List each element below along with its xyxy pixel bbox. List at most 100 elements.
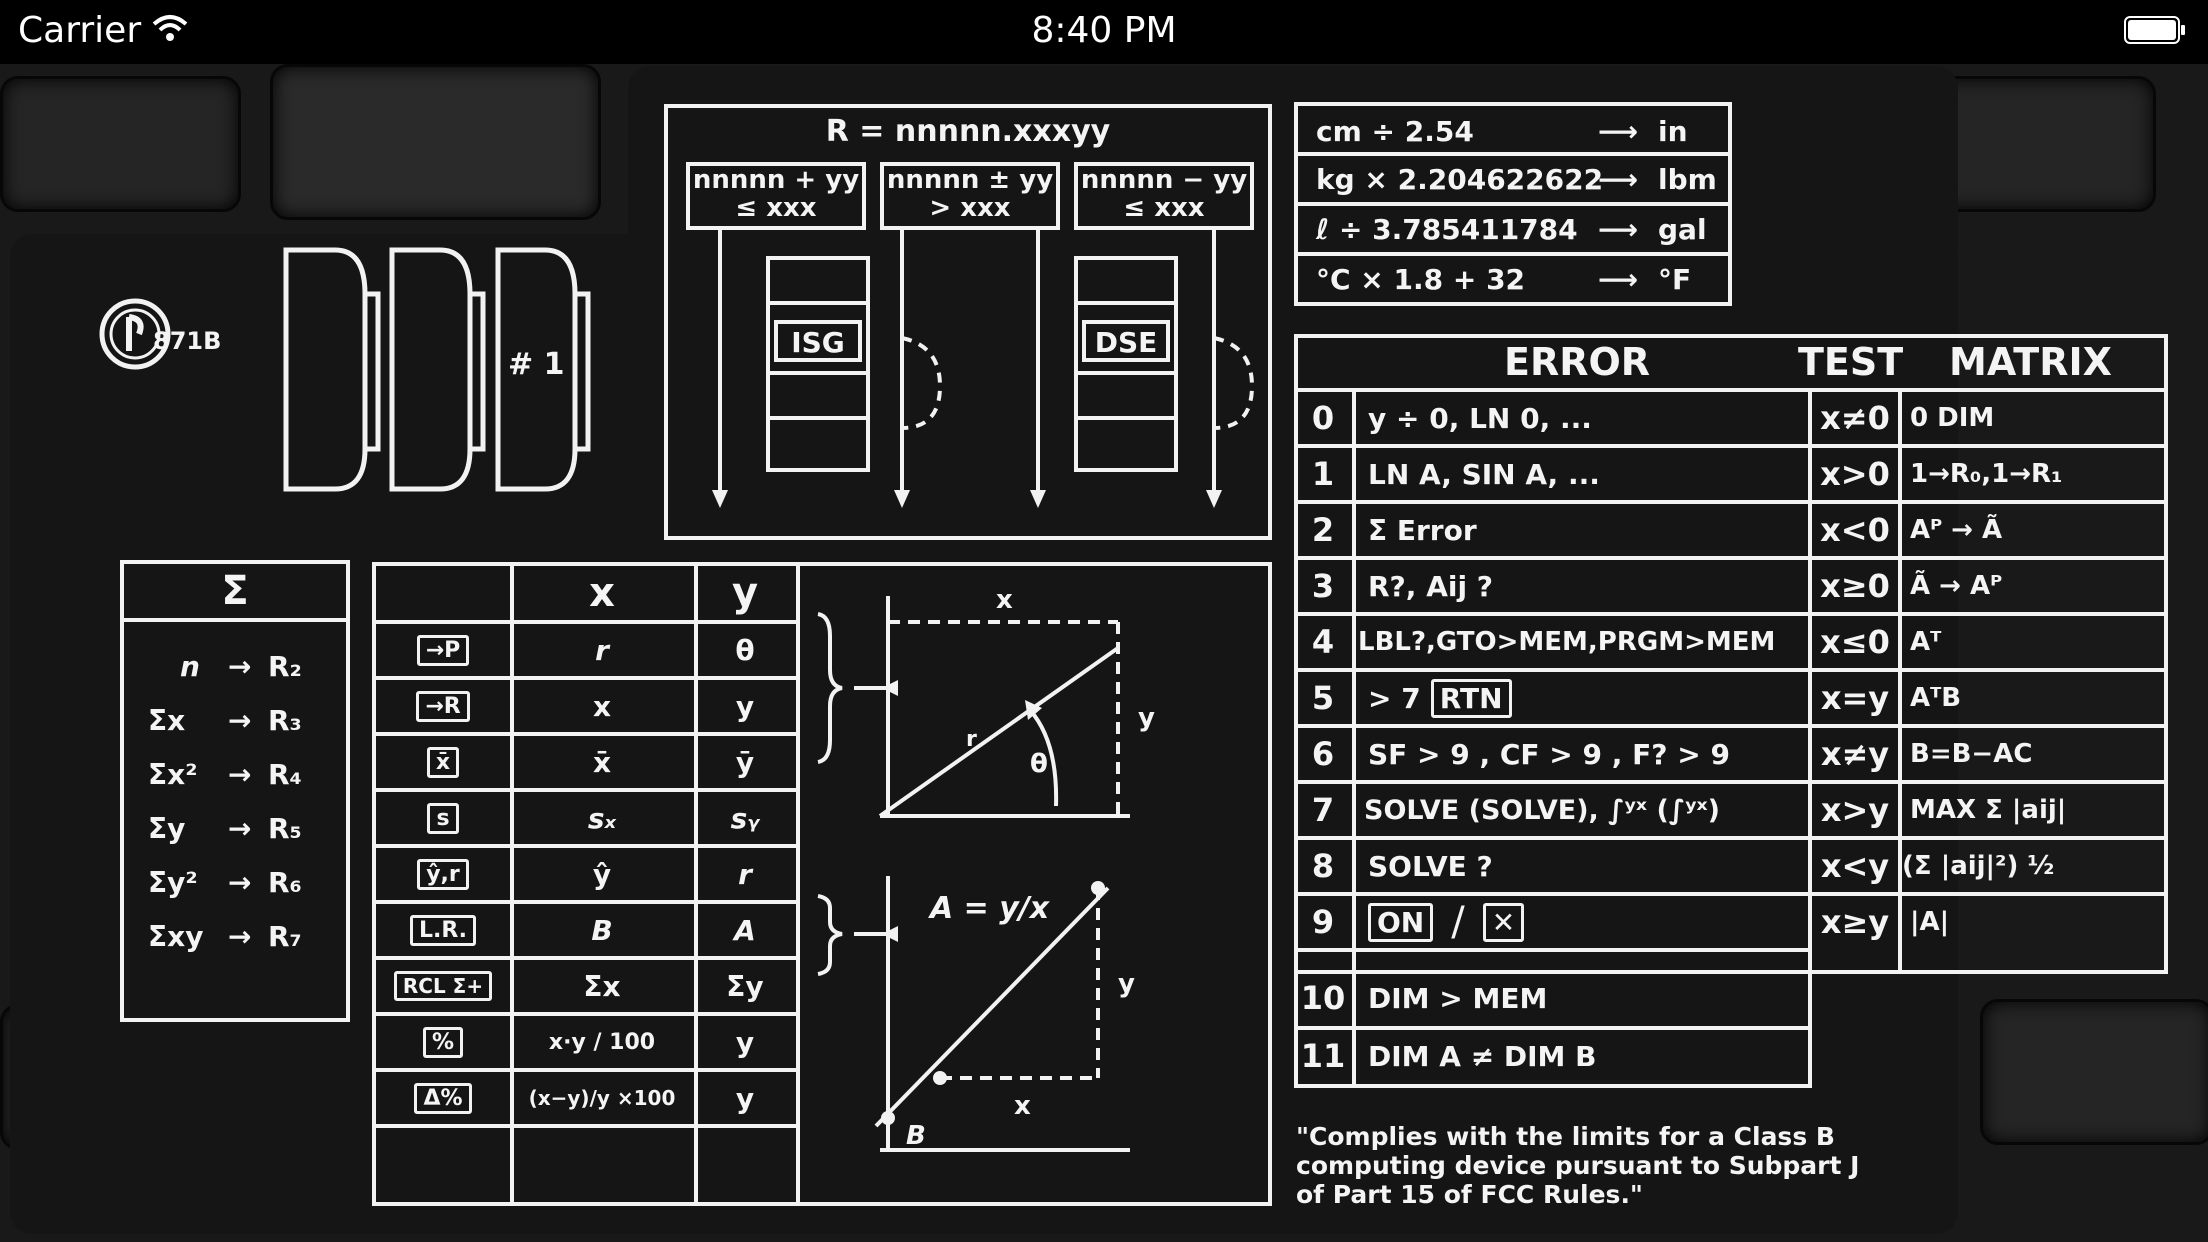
isg-range-top: nnnnn + yy — [692, 165, 860, 195]
divider — [124, 618, 346, 622]
error-code: 11 — [1300, 1037, 1346, 1075]
mean-key: x̄ — [426, 746, 460, 778]
key-cell: L.R. — [376, 904, 510, 956]
stat-x: B — [591, 913, 613, 947]
conversion-expr: kg × 2.204622622 — [1316, 162, 1604, 196]
error-desc: y ÷ 0, LN 0, ... — [1368, 401, 1592, 435]
conversion-expr: °C × 1.8 + 32 — [1316, 262, 1526, 296]
arrow-right-icon: ⟶ — [1598, 262, 1639, 296]
separator: / — [1451, 899, 1465, 945]
error-desc: SOLVE ? — [1368, 849, 1493, 883]
sigma-register: R₄ — [268, 757, 302, 791]
on-key: ON — [1368, 902, 1434, 942]
rtn-key: RTN — [1430, 678, 1512, 718]
card-slots: # 1 — [283, 247, 591, 492]
clear-key: ✕ — [1482, 902, 1525, 942]
stat-x: sₓ — [587, 801, 617, 835]
to-rect-key: →R — [416, 690, 470, 722]
sigma-register: R₂ — [268, 649, 302, 683]
stat-y: r — [738, 857, 752, 891]
error-code: 9 — [1311, 903, 1335, 941]
delta-percent-key: Δ% — [414, 1082, 472, 1114]
test-op: x≤0 — [1820, 623, 1890, 661]
sigma-register: R₃ — [268, 703, 302, 737]
error-desc: LN A, SIN A, ... — [1368, 457, 1600, 491]
test-op: x>y — [1820, 791, 1890, 829]
error-desc: SOLVE (SOLVE), ∫ʸˣ (∫ʸˣ) — [1364, 794, 1720, 826]
percent-key: % — [422, 1026, 464, 1058]
conversion-unit: lbm — [1658, 162, 1717, 196]
status-bar: Carrier 8:40 PM — [0, 0, 2208, 64]
test-op: x>0 — [1820, 455, 1890, 493]
matrix-header: MATRIX — [1949, 340, 2112, 384]
sigma-label: Σx² — [148, 757, 198, 791]
arrow-right-icon: → — [228, 757, 252, 791]
error-desc-row: > 7 RTN — [1368, 672, 1512, 724]
graph-theta-label: θ — [1030, 749, 1048, 779]
graph-equation: A = y/x — [928, 891, 1051, 926]
hp-logo-icon: 871B — [99, 298, 221, 370]
test-op: x<0 — [1820, 511, 1890, 549]
error-code: 1 — [1311, 455, 1335, 493]
matrix-op: (Σ |aij|²) ½ — [1902, 851, 2055, 881]
error-desc: > 7 — [1368, 681, 1421, 715]
graph-y-label: y — [1138, 703, 1155, 733]
arrow-right-icon: → — [228, 649, 252, 683]
x-header: x — [589, 570, 615, 616]
sigma-label: Σy² — [148, 865, 198, 899]
key-cell: RCL Σ+ — [376, 960, 510, 1012]
error-desc-row: ON / ✕ — [1368, 896, 1525, 948]
stat-x: x·y / 100 — [548, 1029, 656, 1055]
sigma-register: R₅ — [268, 811, 302, 845]
graph-b-label: B — [906, 1121, 926, 1151]
dse-key: DSE — [1094, 326, 1158, 359]
stat-y: θ — [735, 633, 755, 667]
key-cell: →R — [376, 680, 510, 732]
sigma-label: Σy — [148, 811, 186, 845]
arrow-right-icon: ⟶ — [1598, 114, 1639, 148]
error-test-matrix-table: ERROR TEST MATRIX 0 y ÷ 0, LN 0, ... x≠0… — [1294, 334, 2168, 1088]
lr-key: L.R. — [409, 914, 477, 946]
conversion-expr: cm ÷ 2.54 — [1316, 114, 1474, 148]
graph-x-label: x — [1014, 1091, 1031, 1121]
stat-x: Σx — [583, 969, 621, 1003]
key-cell: →P — [376, 624, 510, 676]
error-desc: Σ Error — [1368, 513, 1477, 547]
stat-y: sᵧ — [730, 801, 760, 835]
conversion-unit: in — [1658, 114, 1688, 148]
fcc-notice: "Complies with the limits for a Class B … — [1296, 1122, 1860, 1209]
stat-y: ȳ — [735, 745, 755, 779]
error-code: 7 — [1311, 791, 1335, 829]
arrow-right-icon: → — [228, 865, 252, 899]
stat-y: y — [735, 1081, 755, 1115]
arrow-right-icon: → — [228, 919, 252, 953]
error-code: 0 — [1311, 399, 1335, 437]
divider — [1352, 388, 1356, 1084]
stat-x: x̄ — [592, 745, 612, 779]
matrix-op: 0 DIM — [1910, 403, 1995, 433]
divider — [1294, 948, 1812, 952]
arrow-right-icon: → — [228, 703, 252, 737]
logo-text: 871B — [153, 327, 221, 355]
matrix-op: B=B−AC — [1910, 739, 2033, 769]
arrow-right-icon: → — [228, 811, 252, 845]
isg-key: ISG — [791, 326, 845, 359]
error-code: 6 — [1311, 735, 1335, 773]
error-code: 3 — [1311, 567, 1335, 605]
error-code: 5 — [1311, 679, 1335, 717]
dse-range-top: nnnnn − yy — [1080, 165, 1248, 195]
sigma-header: Σ — [221, 568, 249, 614]
key-cell: Δ% — [376, 1072, 510, 1124]
error-code: 4 — [1311, 623, 1335, 661]
error-desc: R?, Aij ? — [1368, 569, 1494, 603]
conversion-unit: °F — [1658, 262, 1692, 296]
test-op: x≥0 — [1820, 567, 1890, 605]
sigma-label: Σx — [148, 703, 186, 737]
test-op: x≠0 — [1820, 399, 1890, 437]
graph-x-label: x — [996, 585, 1013, 615]
card-label: # 1 — [508, 347, 564, 382]
test-op: x≠y — [1820, 735, 1890, 773]
error-desc: DIM > MEM — [1368, 981, 1548, 1015]
stddev-key: s — [427, 802, 459, 834]
error-code: 10 — [1300, 979, 1346, 1017]
